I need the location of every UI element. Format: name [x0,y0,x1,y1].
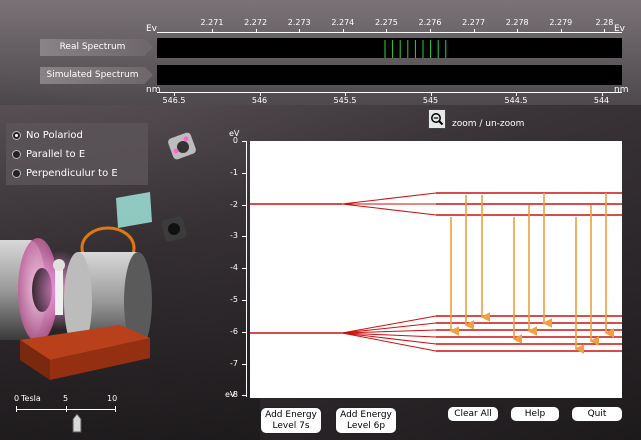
ev-tick-mark [342,29,344,33]
lens [161,216,187,242]
ev-tick-label: 2.28 [595,18,614,27]
nm-axis-line [157,92,622,93]
ev-tick-label: 2.275 [374,18,398,27]
ev-tick-label: 2.277 [462,18,486,27]
screen-plate [116,192,152,228]
ev-tick-mark [386,29,388,33]
ev-tick-label: 2.276 [418,18,442,27]
y-tick-label: -4 [230,263,238,273]
split-connector [341,192,437,205]
help-button[interactable]: Help [510,406,560,422]
y-tick-label: -7 [230,358,238,368]
ev-tick-label: 2.278 [505,18,529,27]
energy-level-plot [250,141,622,398]
ev-tick-label: 2.274 [331,18,355,27]
y-tick-label: -3 [230,231,238,241]
nm-axis-unit: nm [146,85,161,95]
ev-tick-mark [517,29,519,33]
nm-tick-label: 545 [422,96,439,105]
ev-tick-mark [430,29,431,33]
ev-tick-mark [560,29,562,33]
nm-tick-label: 545.5 [333,96,357,105]
ev-tick-label: 2.271 [200,18,224,27]
simulated-spectrum-label: Simulated Spectrum [40,67,153,84]
ev-tick-mark [473,29,475,33]
y-tick-label: -1 [230,167,238,177]
nm-tick-label: 544 [593,96,610,105]
y-tick-label: -8 [230,390,238,400]
magnifier-icon [431,113,444,126]
spectral-lines [384,40,447,58]
nm-tick-label: 546 [251,96,268,105]
apparatus-illustration [0,132,196,380]
y-tick-label: -2 [230,199,238,209]
ev-tick-label: 2.279 [549,18,573,27]
y-axis-line [246,141,247,397]
zoom-button[interactable] [428,109,446,129]
ev-axis-unit: Ev [146,24,158,34]
nm-axis-unit-right: nm [614,85,629,95]
clear-all-button[interactable]: Clear All [447,406,499,422]
slider-tick-10: 10 [107,394,118,403]
ev-tick-mark [212,29,213,33]
slider-tick-5: 5 [63,394,69,403]
y-tick-label: 0 [232,136,238,145]
energy-diagram [250,192,622,354]
y-tick-label: -5 [230,295,238,304]
nm-tick-mark [516,92,517,96]
nm-tick-mark [430,92,432,96]
real-spectrum-label: Real Spectrum [40,39,153,56]
ev-tick-mark [604,29,606,33]
zoom-label: zoom / un-zoom [452,119,525,129]
ev-tick-label: 2.273 [287,18,311,27]
quit-button[interactable]: Quit [571,406,623,422]
add-level-6p-button[interactable]: Add Energy Level 6p [335,407,397,434]
add-level-7s-button[interactable]: Add Energy Level 7s [260,407,322,434]
slider-tick-0: 0 [14,394,20,403]
nm-tick-mark [259,92,261,96]
real-spectrum-bar [157,38,622,58]
ev-tick-label: 2.272 [244,18,268,27]
slider-unit-label: Tesla [21,394,41,403]
ev-tick-mark [299,29,301,33]
ev-axis-line [157,32,622,33]
nm-tick-label: 544.5 [504,96,528,105]
split-connector [341,203,437,216]
nm-tick-label: 546.5 [162,96,186,105]
magnetic-field-slider[interactable] [16,406,116,414]
y-tick-label: -6 [230,326,238,336]
nm-tick-mark [174,92,175,96]
slider-thumb[interactable] [72,413,82,433]
nm-tick-mark [345,92,346,96]
nm-tick-mark [601,92,603,96]
polarizer-holder [168,132,196,160]
ev-tick-mark [255,29,257,33]
simulated-spectrum-bar [157,65,622,85]
